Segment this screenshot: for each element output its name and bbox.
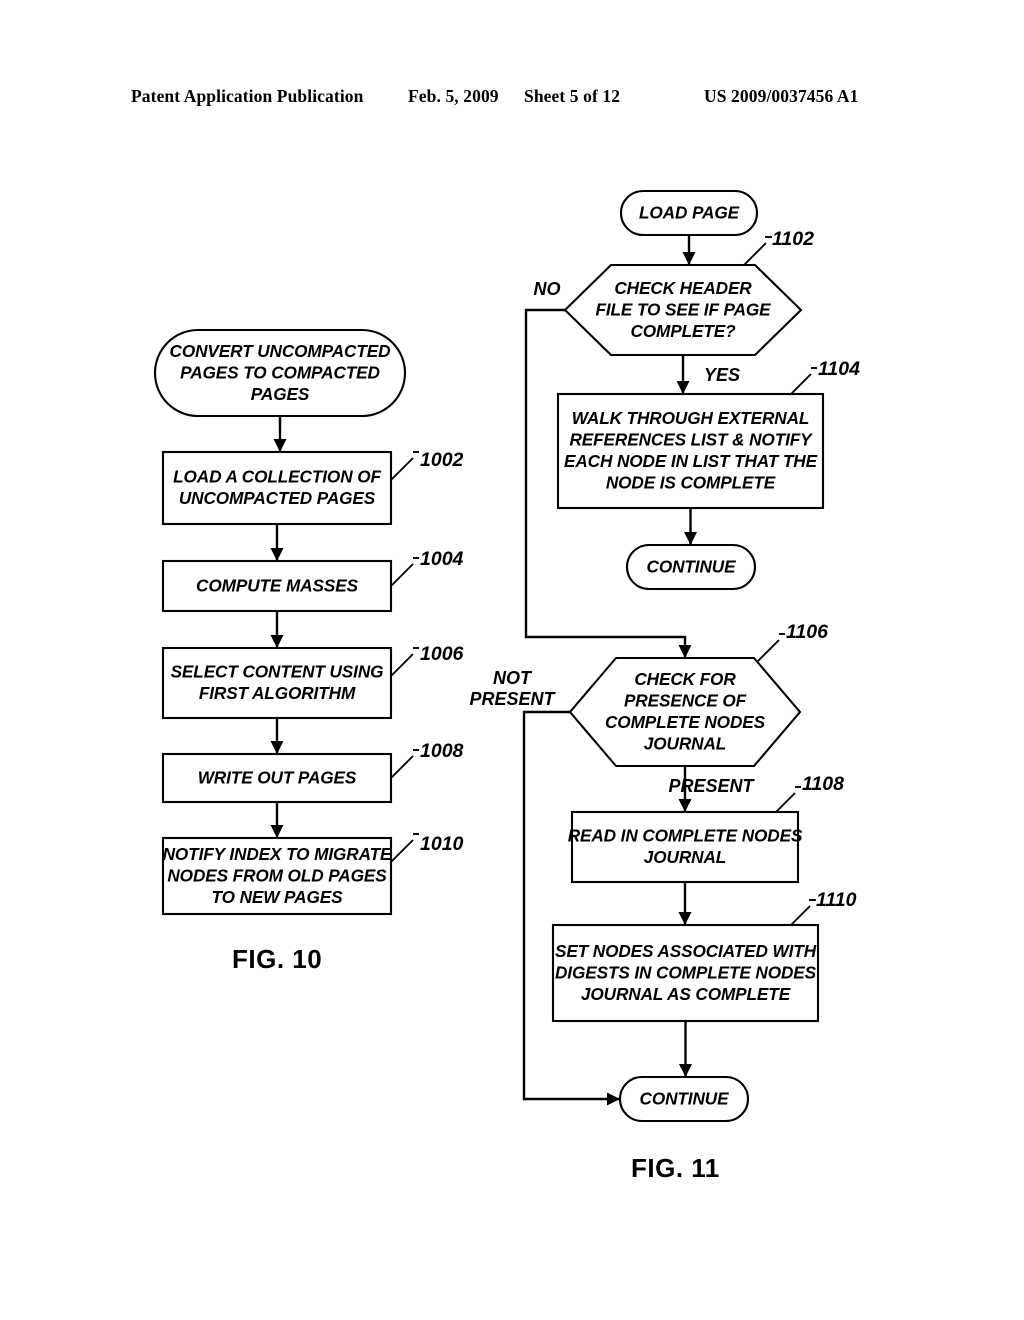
node-label-line: FIRST ALGORITHM	[199, 683, 356, 703]
reference-leader-line	[390, 755, 414, 779]
arrowhead-down	[676, 381, 690, 394]
arrowhead-down	[270, 635, 284, 648]
node-label-line: NODE IS COMPLETE	[606, 473, 776, 493]
patent-drawing-page: Patent Application Publication Feb. 5, 2…	[0, 0, 1024, 1320]
node-label-line: JOURNAL AS COMPLETE	[581, 984, 791, 1004]
node-label-line: EACH NODE IN LIST THAT THE	[564, 451, 818, 471]
node-label-loadpage: LOAD PAGE	[639, 202, 740, 222]
node-label-line: CONTINUE	[640, 1088, 730, 1108]
edge-label-yes: YES	[704, 365, 740, 385]
arrowhead-down	[270, 741, 284, 754]
reference-leader-line	[390, 563, 414, 587]
reference-numeral-1102: 1102	[772, 228, 814, 250]
node-label-line: READ IN COMPLETE NODES	[568, 826, 803, 846]
edge-label-present: PRESENT	[469, 689, 556, 709]
node-label-line: NOTIFY INDEX TO MIGRATE	[163, 844, 392, 864]
reference-numeral-1010: 1010	[420, 833, 464, 855]
node-label-line: CHECK FOR	[634, 669, 736, 689]
node-label-line: CHECK HEADER	[614, 278, 752, 298]
arrowhead-down	[678, 799, 692, 812]
arrowhead-down	[270, 548, 284, 561]
node-label-line: COMPUTE MASSES	[196, 575, 359, 595]
arrowhead-down	[270, 825, 284, 838]
node-label-1002: LOAD A COLLECTION OFUNCOMPACTED PAGES	[173, 467, 381, 509]
node-label-line: CONTINUE	[647, 556, 737, 576]
node-label-1008: WRITE OUT PAGES	[198, 767, 357, 787]
node-label-line: LOAD PAGE	[639, 202, 740, 222]
arrowhead-down	[682, 252, 696, 265]
node-label-line: SELECT CONTENT USING	[171, 662, 384, 682]
node-label-line: DIGESTS IN COMPLETE NODES	[555, 962, 817, 982]
node-label-line: COMPLETE?	[630, 321, 736, 341]
arrowhead-down	[273, 439, 287, 452]
reference-leader-line	[390, 653, 414, 677]
reference-leader-line	[756, 639, 780, 663]
reference-leader-line	[390, 457, 414, 481]
edge-label-not: NOT	[493, 668, 533, 688]
arrowhead-down	[678, 645, 692, 658]
node-label-line: UNCOMPACTED PAGES	[179, 488, 376, 508]
arrowhead-down	[679, 1064, 692, 1077]
arrowhead-down	[684, 532, 697, 545]
reference-numeral-1008: 1008	[420, 740, 464, 762]
reference-leader-line	[743, 242, 767, 266]
node-label-line: LOAD A COLLECTION OF	[173, 467, 381, 487]
edge-label-present: PRESENT	[668, 776, 755, 796]
node-label-line: JOURNAL	[644, 734, 726, 754]
reference-numeral-1110: 1110	[816, 889, 857, 911]
node-label-line: WALK THROUGH EXTERNAL	[572, 408, 810, 428]
node-label-line: SET NODES ASSOCIATED WITH	[555, 941, 817, 961]
flowchart-canvas: CONVERT UNCOMPACTEDPAGES TO COMPACTEDPAG…	[153, 189, 860, 1123]
reference-numeral-1004: 1004	[420, 548, 464, 570]
arrowhead-down	[678, 912, 692, 925]
node-label-1004: COMPUTE MASSES	[196, 575, 359, 595]
reference-numeral-1002: 1002	[420, 449, 464, 471]
reference-leader-line	[390, 839, 414, 863]
node-label-line: WRITE OUT PAGES	[198, 767, 357, 787]
node-label-line: REFERENCES LIST & NOTIFY	[569, 430, 813, 450]
node-label-line: PAGES TO COMPACTED	[180, 362, 380, 382]
node-label-1110: SET NODES ASSOCIATED WITHDIGESTS IN COMP…	[555, 941, 817, 1004]
node-label-1006: SELECT CONTENT USINGFIRST ALGORITHM	[171, 662, 384, 704]
node-label-continue1: CONTINUE	[647, 556, 737, 576]
connector-1106-notpresent-to-continue	[522, 710, 620, 1101]
reference-numeral-1108: 1108	[802, 773, 844, 795]
node-label-line: JOURNAL	[644, 847, 726, 867]
node-label-line: COMPLETE NODES	[605, 712, 766, 732]
reference-numeral-1106: 1106	[786, 621, 828, 643]
node-label-line: NODES FROM OLD PAGES	[167, 865, 387, 885]
arrowhead-right	[607, 1092, 620, 1106]
node-label-continue2: CONTINUE	[640, 1088, 730, 1108]
node-label-line: PAGES	[251, 384, 310, 404]
reference-leader-line	[788, 373, 812, 397]
node-label-line: PRESENCE OF	[624, 691, 747, 711]
reference-numeral-1006: 1006	[420, 643, 464, 665]
node-label-line: CONVERT UNCOMPACTED	[170, 341, 391, 361]
edge-label-no: NO	[534, 279, 561, 299]
node-label-line: TO NEW PAGES	[212, 887, 344, 907]
reference-numeral-1104: 1104	[818, 358, 860, 380]
node-label-line: FILE TO SEE IF PAGE	[595, 299, 771, 319]
